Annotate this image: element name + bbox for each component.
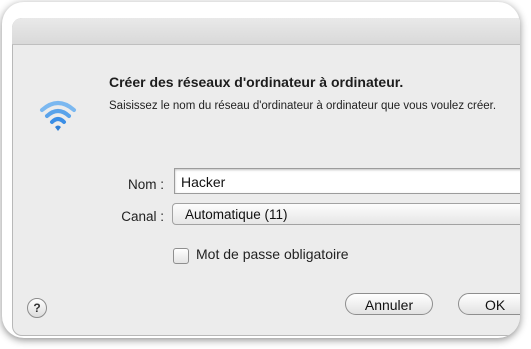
password-required-label[interactable]: Mot de passe obligatoire xyxy=(196,246,349,262)
screenshot-frame: Créer des réseaux d'ordinateur à ordinat… xyxy=(2,2,520,338)
network-name-input[interactable]: Hacker xyxy=(174,168,520,194)
dialog-title: Créer des réseaux d'ordinateur à ordinat… xyxy=(109,74,404,90)
wifi-icon xyxy=(40,101,76,131)
help-icon: ? xyxy=(33,301,41,315)
ok-button-label: OK xyxy=(485,297,506,313)
network-dialog: Créer des réseaux d'ordinateur à ordinat… xyxy=(12,18,520,336)
name-label: Nom : xyxy=(127,177,164,192)
dialog-top-bar xyxy=(12,18,520,45)
channel-label: Canal : xyxy=(121,209,164,224)
channel-select-value: Automatique (11) xyxy=(185,207,288,222)
channel-select[interactable]: Automatique (11) xyxy=(172,203,520,225)
password-required-checkbox[interactable] xyxy=(173,248,189,264)
help-button[interactable]: ? xyxy=(27,298,47,318)
ok-button[interactable]: OK xyxy=(458,293,520,315)
dialog-description: Saisissez le nom du réseau d'ordinateur … xyxy=(109,100,497,112)
cancel-button[interactable]: Annuler xyxy=(345,293,433,315)
